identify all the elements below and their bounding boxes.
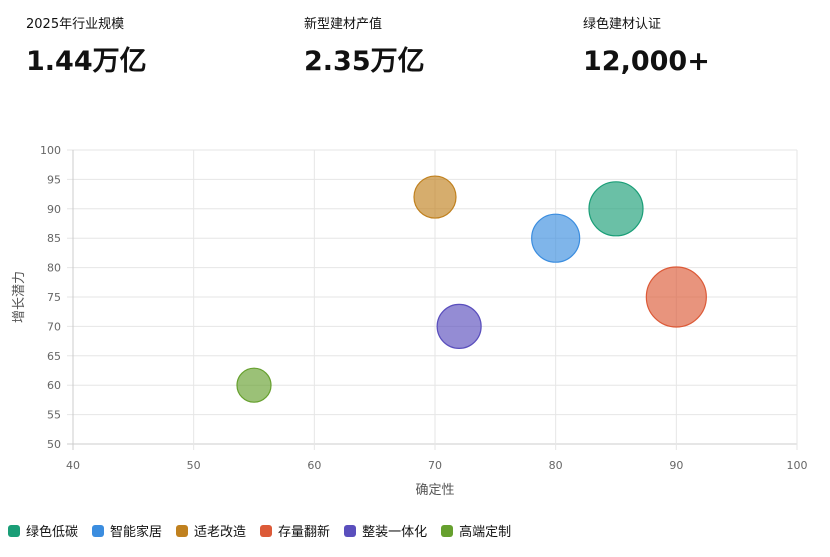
- legend-label: 高端定制: [459, 525, 512, 540]
- legend-swatch: [8, 524, 20, 537]
- legend-item[interactable]: 适老改造: [176, 521, 246, 540]
- bubbles: [236, 175, 707, 403]
- bubble-整装一体化[interactable]: [436, 303, 482, 349]
- bubble-绿色低碳[interactable]: [588, 181, 644, 237]
- chart-legend: 绿色低碳 智能家居 适老改造 存量翻新 整装一体化 高端定制: [8, 521, 525, 540]
- y-tick-label: 50: [47, 438, 61, 451]
- x-axis-title: 确定性: [415, 483, 454, 498]
- x-tick-label: 70: [428, 459, 442, 472]
- x-tick-label: 90: [669, 459, 683, 472]
- legend-swatch: [441, 524, 454, 537]
- y-axis-title: 增长潜力: [12, 271, 27, 323]
- y-tick-label: 80: [47, 262, 61, 275]
- y-tick-label: 55: [47, 409, 61, 422]
- y-tick-label: 100: [40, 144, 61, 157]
- legend-swatch: [260, 524, 273, 537]
- legend-label: 适老改造: [194, 525, 247, 540]
- bubble-适老改造[interactable]: [413, 175, 457, 219]
- bubble-存量翻新[interactable]: [645, 266, 707, 328]
- y-tick-label: 90: [47, 203, 61, 216]
- legend-label: 绿色低碳: [26, 525, 79, 540]
- legend-label: 整装一体化: [362, 525, 428, 540]
- legend-item[interactable]: 绿色低碳: [8, 521, 78, 540]
- legend-label: 智能家居: [110, 525, 163, 540]
- legend-swatch: [92, 524, 105, 537]
- y-tick-label: 65: [47, 350, 61, 363]
- legend-label: 存量翻新: [278, 525, 331, 540]
- x-tick-label: 40: [66, 459, 80, 472]
- x-tick-label: 100: [787, 459, 808, 472]
- legend-item[interactable]: 存量翻新: [260, 521, 330, 540]
- legend-swatch: [344, 524, 357, 537]
- x-tick-label: 80: [549, 459, 563, 472]
- bubble-智能家居[interactable]: [531, 213, 581, 263]
- y-tick-label: 85: [47, 232, 61, 245]
- y-tick-label: 60: [47, 379, 61, 392]
- legend-item[interactable]: 整装一体化: [344, 521, 427, 540]
- bubble-高端定制[interactable]: [236, 367, 272, 403]
- y-tick-label: 75: [47, 291, 61, 304]
- legend-item[interactable]: 高端定制: [441, 521, 511, 540]
- y-tick-label: 95: [47, 173, 61, 186]
- x-tick-label: 60: [307, 459, 321, 472]
- y-tick-label: 70: [47, 320, 61, 333]
- legend-item[interactable]: 智能家居: [92, 521, 162, 540]
- bubble-chart: 50 55 60 65 70 75 80 85 90 95 100 40 50 60 70 80 90 100 确…: [12, 144, 808, 498]
- legend-swatch: [176, 524, 189, 537]
- x-tick-label: 50: [187, 459, 201, 472]
